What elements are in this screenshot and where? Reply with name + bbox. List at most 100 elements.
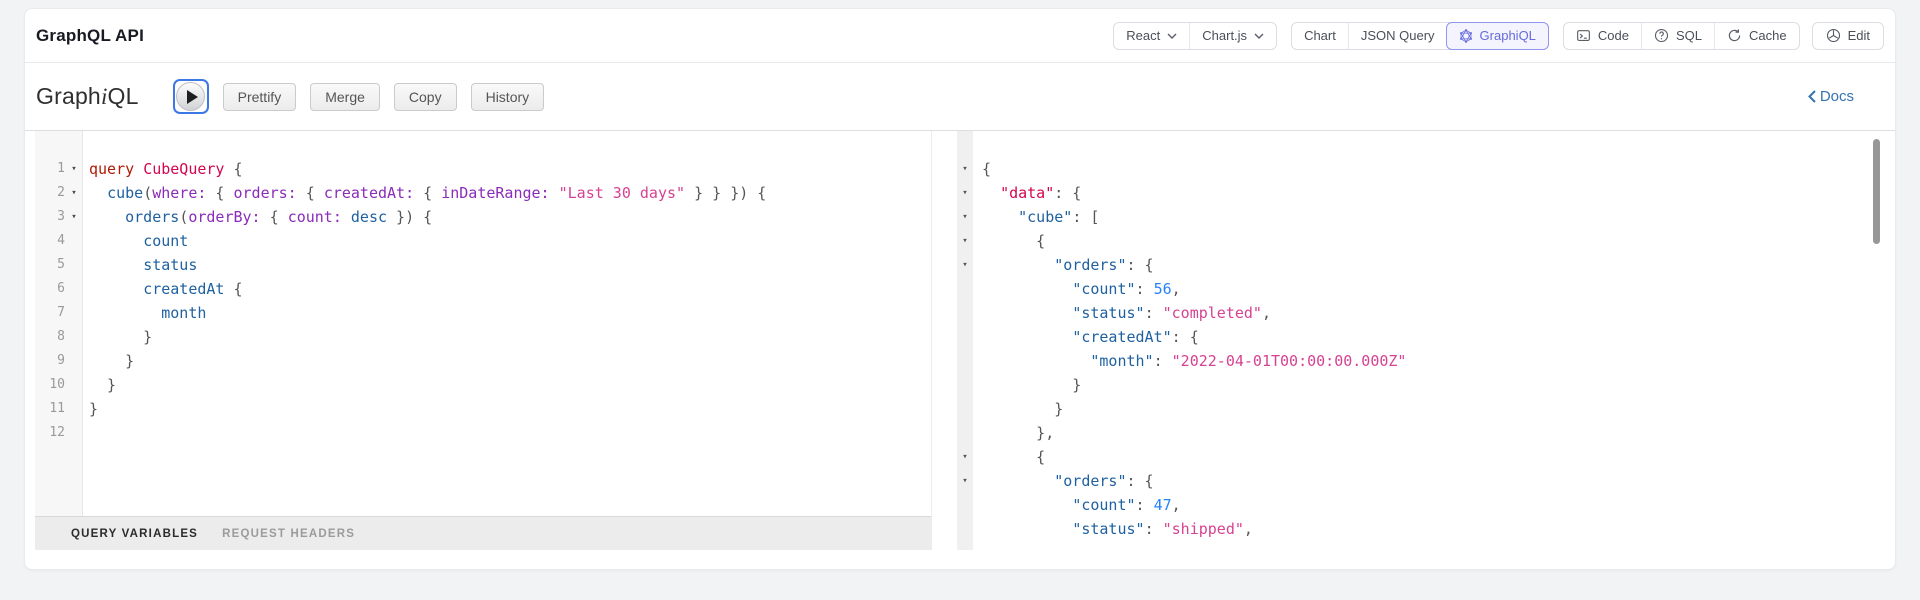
- play-icon: [176, 82, 206, 111]
- result-lines: ▾{▾ "data": {▾ "cube": [▾ {▾ "orders": {…: [932, 131, 1885, 541]
- docs-link-label: Docs: [1819, 88, 1854, 105]
- view-tab-label: Chart: [1304, 28, 1336, 43]
- result-json-line: }: [982, 400, 1064, 418]
- result-json-line: "month": "2022-04-01T00:00:00.000Z": [1090, 352, 1407, 370]
- view-tab-label: JSON Query: [1360, 28, 1435, 43]
- query-code-line: 9 }: [35, 349, 931, 373]
- fold-toggle-icon[interactable]: ▾: [67, 157, 81, 181]
- line-number: 10: [49, 377, 65, 392]
- query-code-line: 10 }: [35, 373, 931, 397]
- result-json-line: ▾ "cube": [: [932, 205, 1885, 229]
- query-code-line: 2 ▾ cube(where: { orders: { createdAt: { …: [35, 181, 931, 205]
- chevron-down-icon: [1254, 33, 1264, 39]
- sql-button[interactable]: SQL: [1641, 22, 1714, 49]
- view-tab-chart[interactable]: Chart: [1292, 23, 1348, 49]
- main-split: 1 ▾ query CubeQuery {2 ▾ cube(where: { orde…: [25, 131, 1895, 550]
- framework-select-label: React: [1126, 28, 1161, 43]
- query-code-line: 1 ▾ query CubeQuery {: [35, 157, 931, 181]
- query-code-line: 11}: [35, 397, 931, 421]
- result-json-line: ▾ {: [932, 445, 1885, 469]
- result-pane: ▾{▾ "data": {▾ "cube": [▾ {▾ "orders": {…: [932, 131, 1885, 550]
- fold-toggle-icon[interactable]: ▾: [958, 181, 972, 205]
- cache-button[interactable]: Cache: [1714, 22, 1799, 49]
- chart-library-select[interactable]: Chart.js: [1189, 22, 1276, 49]
- line-number: 6: [57, 281, 65, 296]
- framework-select-group: React Chart.js: [1113, 21, 1278, 50]
- result-json-line: ▾ {: [932, 229, 1885, 253]
- execute-query-button[interactable]: [172, 79, 209, 114]
- query-code-line: 12: [35, 421, 931, 445]
- question-circle-icon: [1654, 28, 1669, 43]
- page-header: GraphQL API React Chart.js Chart JSON Que…: [25, 9, 1895, 63]
- history-button[interactable]: History: [470, 82, 545, 111]
- action-button-label: SQL: [1676, 28, 1703, 43]
- page-title: GraphQL API: [36, 25, 144, 45]
- view-tabs-group: Chart JSON Query GraphiQL: [1291, 21, 1549, 50]
- query-code-line: 3 ▾ orders(orderBy: { count: desc }) {: [35, 205, 931, 229]
- query-variables-tab[interactable]: QUERY VARIABLES: [71, 528, 198, 540]
- docs-link[interactable]: Docs: [1807, 88, 1854, 105]
- view-tab-json-query[interactable]: JSON Query: [1347, 22, 1447, 49]
- fold-toggle-icon[interactable]: ▾: [958, 205, 972, 229]
- fold-toggle-icon[interactable]: ▾: [67, 181, 81, 205]
- line-number: 4: [57, 233, 65, 248]
- line-number: 1: [57, 161, 65, 176]
- toolbar-buttons: Prettify Merge Copy History: [209, 82, 545, 111]
- refresh-icon: [1727, 28, 1742, 43]
- action-button-label: Cache: [1749, 28, 1787, 43]
- graphql-logo-icon: [1459, 28, 1473, 43]
- merge-button[interactable]: Merge: [310, 82, 380, 111]
- fold-toggle-icon[interactable]: ▾: [958, 253, 972, 277]
- query-editor[interactable]: 1 ▾ query CubeQuery {2 ▾ cube(where: { orde…: [35, 131, 931, 516]
- action-button-label: Code: [1597, 28, 1629, 43]
- line-number: 12: [49, 425, 65, 440]
- query-editor-lines: 1 ▾ query CubeQuery {2 ▾ cube(where: { orde…: [35, 131, 931, 445]
- fold-toggle-icon[interactable]: ▾: [958, 157, 972, 181]
- fold-toggle-icon[interactable]: ▾: [958, 469, 972, 493]
- chevron-down-icon: [1167, 33, 1177, 39]
- playground-card: GraphQL API React Chart.js Chart JSON Que…: [24, 8, 1896, 570]
- result-json-line: "status": "completed",: [1072, 304, 1271, 322]
- cube-icon: [1826, 28, 1841, 43]
- result-json-line: ▾ "orders": {: [932, 253, 1885, 277]
- query-pane: 1 ▾ query CubeQuery {2 ▾ cube(where: { orde…: [35, 131, 932, 550]
- fold-toggle-icon[interactable]: ▾: [958, 445, 972, 469]
- result-scrollbar-thumb[interactable]: [1873, 139, 1880, 244]
- line-number: 9: [57, 353, 65, 368]
- line-number: 8: [57, 329, 65, 344]
- result-json-line: ▾ "data": {: [932, 181, 1885, 205]
- edit-button-label: Edit: [1847, 28, 1870, 43]
- query-code-line: 4 count: [35, 229, 931, 253]
- result-json-line: }: [982, 376, 1082, 394]
- fold-toggle-icon[interactable]: ▾: [958, 229, 972, 253]
- query-code-line: 6 createdAt {: [35, 277, 931, 301]
- result-json-line: "count": 47,: [1072, 496, 1181, 514]
- terminal-icon: [1576, 28, 1591, 43]
- result-json-line: ▾ "orders": {: [932, 469, 1885, 493]
- line-number: 3: [57, 209, 65, 224]
- query-code-line: 7 month: [35, 301, 931, 325]
- result-json-line: "status": "shipped",: [1072, 520, 1253, 538]
- query-code-line: 5 status: [35, 253, 931, 277]
- view-tab-label: GraphiQL: [1479, 28, 1536, 43]
- result-json-line: ▾{: [932, 157, 1885, 181]
- action-buttons-group: Code SQL Cache: [1562, 21, 1800, 50]
- framework-select[interactable]: React: [1114, 23, 1189, 49]
- graphiql-logo: GraphiQL: [36, 83, 139, 109]
- edit-button[interactable]: Edit: [1811, 21, 1884, 50]
- line-number: 7: [57, 305, 65, 320]
- code-button[interactable]: Code: [1564, 23, 1641, 49]
- result-json-line: },: [982, 424, 1055, 442]
- request-headers-tab[interactable]: REQUEST HEADERS: [222, 528, 355, 540]
- graphiql-toolbar: GraphiQL Prettify Merge Copy History Docs: [25, 63, 1895, 131]
- view-tab-graphiql[interactable]: GraphiQL: [1445, 21, 1549, 50]
- copy-button[interactable]: Copy: [393, 82, 457, 111]
- line-number: 11: [49, 401, 65, 416]
- line-number: 5: [57, 257, 65, 272]
- result-json-line: "createdAt": {: [1072, 328, 1199, 346]
- line-number: 2: [57, 185, 65, 200]
- query-code-line: 8 }: [35, 325, 931, 349]
- result-json-line: "count": 56,: [1072, 280, 1181, 298]
- prettify-button[interactable]: Prettify: [222, 82, 297, 111]
- fold-toggle-icon[interactable]: ▾: [67, 205, 81, 229]
